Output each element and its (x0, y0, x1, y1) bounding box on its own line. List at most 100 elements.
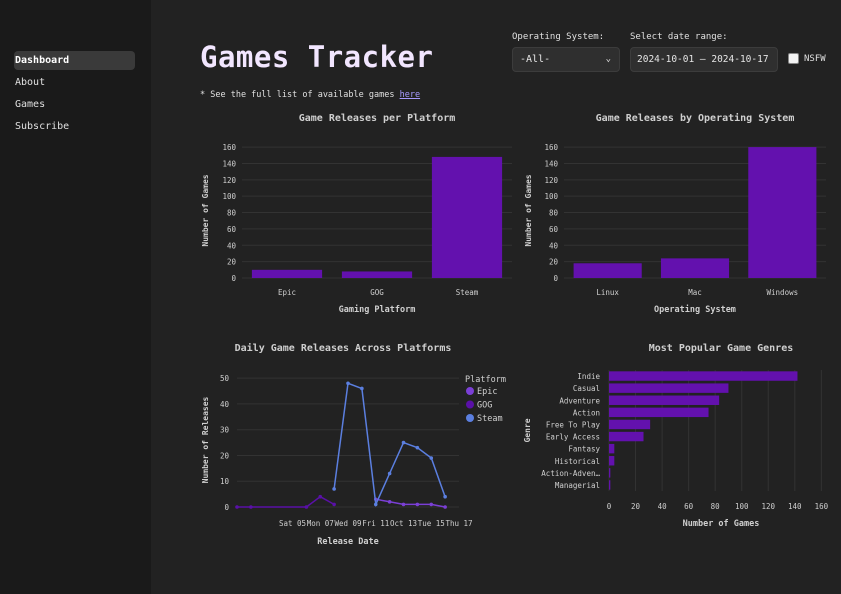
data-point-gog (235, 505, 239, 509)
date-range-label: Select date range: (630, 32, 728, 42)
x-tick-label: Fri 11 (362, 519, 389, 528)
x-tick-label: 20 (631, 502, 641, 511)
y-tick-label: 50 (220, 374, 230, 383)
y-tick-label: 20 (549, 258, 559, 267)
y-axis-label: Number of Games (201, 174, 210, 246)
y-tick-label: 100 (222, 192, 236, 201)
x-tick-label: 140 (788, 502, 802, 511)
note-text: * See the full list of available games (200, 90, 400, 100)
nsfw-checkbox[interactable] (788, 53, 799, 64)
series-line-epic (375, 498, 446, 508)
y-tick-label: Free To Play (546, 420, 601, 429)
bar-genre (609, 371, 798, 381)
y-tick-label: 60 (227, 225, 237, 234)
x-tick-label: 40 (658, 502, 668, 511)
date-range-value: 2024-10-01 – 2024-10-17 (637, 54, 769, 65)
y-axis-label: Number of Releases (201, 396, 210, 483)
data-point-steam (429, 456, 434, 460)
x-tick-label: Epic (278, 288, 296, 297)
bar-genre (609, 456, 615, 466)
y-tick-label: Indie (577, 372, 600, 381)
bar-windows (748, 147, 817, 278)
legend-marker-epic (466, 387, 474, 395)
nav-dashboard[interactable]: Dashboard (14, 51, 135, 70)
data-point-epic (443, 505, 447, 509)
data-point-steam (443, 494, 447, 499)
y-tick-label: 140 (544, 159, 558, 168)
x-tick-label: Thu 17 (445, 519, 472, 528)
bar-genre (609, 480, 611, 490)
y-tick-label: Casual (573, 384, 600, 393)
os-releases-chart: Game Releases by Operating System 0 20 40 60… (524, 112, 826, 315)
date-range-picker[interactable]: 2024-10-01 – 2024-10-17 (630, 47, 778, 72)
bar-steam (431, 156, 503, 278)
y-tick-label: 100 (544, 192, 558, 201)
bar-linux (573, 263, 642, 278)
bar-mac (660, 258, 730, 278)
data-point-steam (360, 386, 364, 391)
daily-releases-chart: Daily Game Releases Across Platforms 0 10 2… (201, 342, 506, 547)
y-tick-label: Action (573, 408, 600, 417)
data-point-steam (373, 502, 378, 507)
games-list-link[interactable]: here (400, 90, 420, 100)
y-tick-label: 20 (220, 451, 230, 460)
y-tick-label: 30 (220, 426, 230, 435)
bar-genre (609, 407, 709, 418)
data-point-steam (415, 445, 420, 450)
platform-releases-chart: Game Releases per Platform 0 20 40 60 80 100 12… (201, 113, 512, 315)
x-tick-label: Mac (688, 288, 702, 297)
x-tick-label: Sat 05 (279, 519, 306, 528)
y-tick-label: 40 (227, 241, 237, 250)
data-point-steam (332, 487, 336, 491)
os-select[interactable]: -All- ⌄ (512, 47, 620, 72)
y-tick-label: Early Access (546, 433, 600, 442)
nav-games[interactable]: Games (14, 95, 135, 114)
bar-genre (609, 431, 644, 442)
x-axis-label: Number of Games (683, 519, 760, 529)
y-tick-label: Historical (555, 457, 600, 466)
nav-subscribe[interactable]: Subscribe (14, 117, 135, 136)
data-point-gog (318, 494, 323, 499)
y-tick-label: 80 (227, 209, 237, 218)
y-tick-label: 20 (227, 258, 237, 267)
x-tick-label: 160 (815, 502, 829, 511)
sidebar: Dashboard About Games Subscribe (0, 0, 151, 594)
data-point-steam (346, 381, 350, 386)
y-tick-label: Adventure (559, 396, 600, 405)
y-axis-label: Genre (523, 418, 532, 442)
nsfw-toggle[interactable]: NSFW (788, 53, 826, 64)
x-tick-label: Mon 07 (307, 519, 334, 528)
y-tick-label: 0 (224, 503, 229, 512)
os-select-value: -All- (520, 54, 551, 65)
os-filter-label: Operating System: (512, 32, 605, 42)
data-point-epic (401, 502, 406, 507)
data-point-steam (387, 471, 392, 476)
legend-label-epic: Epic (477, 387, 497, 397)
chart-title: Daily Game Releases Across Platforms (235, 342, 452, 354)
y-tick-label: 60 (549, 225, 559, 234)
bar-genre (609, 443, 615, 454)
data-point-gog (332, 502, 336, 507)
x-tick-label: 0 (607, 502, 612, 511)
y-tick-label: 120 (222, 176, 236, 185)
games-list-note: * See the full list of available games h… (200, 90, 420, 100)
x-tick-label: Windows (767, 288, 799, 297)
chart-title: Game Releases per Platform (299, 113, 456, 124)
x-tick-label: Steam (456, 288, 479, 297)
data-point-epic (387, 500, 392, 504)
legend-label-steam: Steam (477, 414, 503, 424)
legend-title: Platform (465, 375, 506, 385)
y-axis-label: Number of Games (524, 174, 533, 246)
x-axis-label: Operating System (654, 304, 736, 315)
y-tick-label: Action-Adven… (541, 469, 600, 478)
legend-marker-gog (466, 400, 474, 409)
y-tick-label: Managerial (555, 481, 600, 490)
bar-genre (609, 383, 729, 393)
bar-genre (609, 468, 611, 478)
y-tick-label: 40 (549, 241, 559, 250)
nav-about[interactable]: About (14, 73, 135, 92)
x-tick-label: 60 (684, 502, 694, 511)
y-tick-label: Fantasy (568, 445, 600, 454)
x-axis-label: Gaming Platform (339, 304, 416, 315)
chart-title: Most Popular Game Genres (649, 343, 794, 354)
